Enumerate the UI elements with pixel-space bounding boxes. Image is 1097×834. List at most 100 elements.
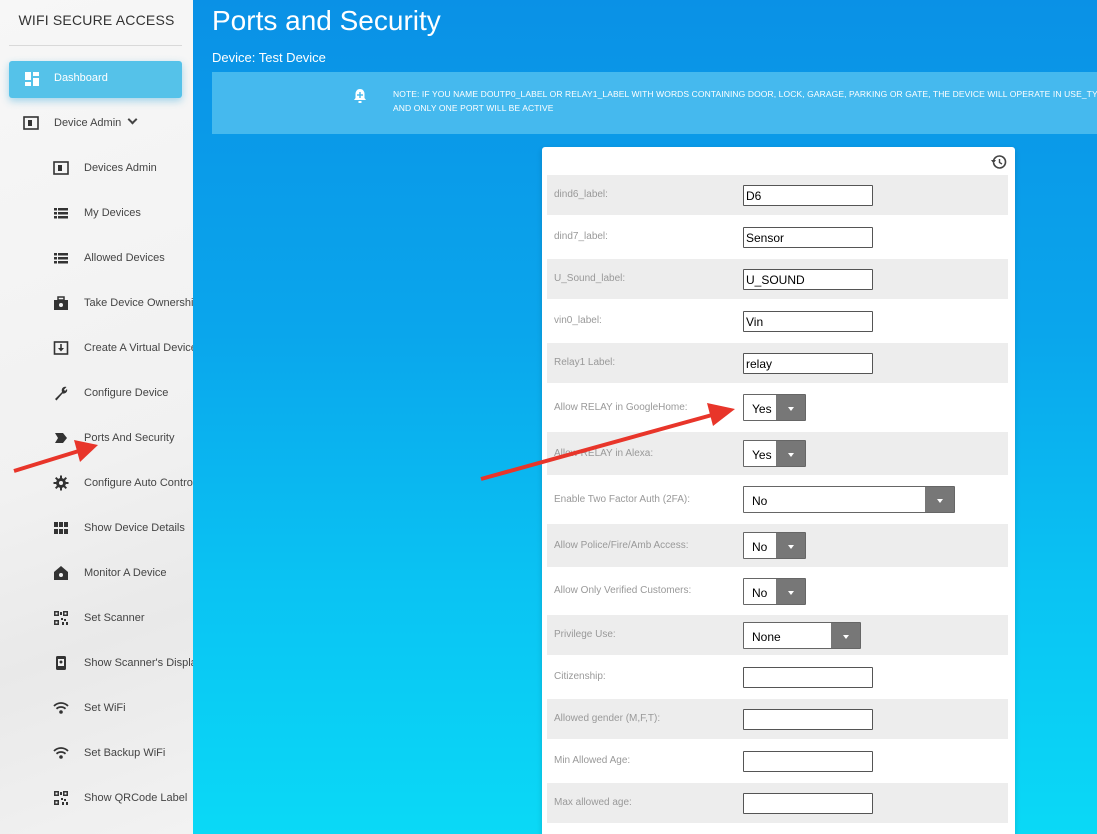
sidebar-item-label: Set WiFi bbox=[84, 702, 126, 714]
field-label: Citizenship: bbox=[554, 671, 606, 682]
page-title: Ports and Security bbox=[212, 5, 441, 36]
sidebar-item-dashboard[interactable]: Dashboard bbox=[9, 61, 182, 98]
sidebar-item-label: Monitor A Device bbox=[84, 567, 167, 579]
dashboard-icon bbox=[25, 72, 39, 86]
max-allowed-age-input[interactable] bbox=[743, 793, 873, 814]
select-value: None bbox=[752, 630, 781, 644]
select-value: Yes bbox=[752, 402, 772, 416]
dind6-label-input[interactable] bbox=[743, 185, 873, 206]
sidebar-item-label: Show Scanner's Display bbox=[84, 657, 193, 669]
sidebar-item-monitor-a-device[interactable]: Monitor A Device bbox=[53, 558, 193, 588]
label-tag-icon bbox=[55, 433, 67, 443]
sidebar-item-show-qrcode-label[interactable]: Show QRCode Label bbox=[53, 783, 193, 813]
enable-two-factor-auth-2fa-select[interactable]: No bbox=[743, 486, 955, 513]
sidebar-item-allowed-devices[interactable]: Allowed Devices bbox=[53, 243, 193, 273]
form-row-dind7-label: dind7_label: bbox=[547, 217, 1008, 257]
sidebar-item-label: Show QRCode Label bbox=[84, 792, 188, 804]
form-row-allow-relay-in-googlehome: Allow RELAY in GoogleHome: Yes bbox=[547, 385, 1008, 430]
wifi-icon bbox=[53, 702, 69, 714]
note-banner: NOTE: IF YOU NAME DOUTP0_LABEL OR RELAY1… bbox=[212, 72, 1097, 134]
form-row-dind6-label: dind6_label: bbox=[547, 175, 1008, 215]
select-value: No bbox=[752, 586, 768, 600]
phone-icon bbox=[56, 656, 66, 670]
field-label: Allow RELAY in GoogleHome: bbox=[554, 402, 688, 413]
sidebar-item-device-admin[interactable]: Device Admin bbox=[23, 108, 183, 138]
sidebar-item-set-backup-wifi[interactable]: Set Backup WiFi bbox=[53, 738, 193, 768]
privilege-use-select[interactable]: None bbox=[743, 622, 861, 649]
select-value: No bbox=[752, 540, 768, 554]
qrcode-icon bbox=[54, 791, 68, 805]
field-label: Max allowed age: bbox=[554, 797, 632, 808]
form-row-allow-relay-in-alexa: Allow RELAY in Alexa: Yes bbox=[547, 432, 1008, 475]
form-row-relay1-label: Relay1 Label: bbox=[547, 343, 1008, 383]
device-admin-icon bbox=[53, 161, 69, 175]
form-row-citizenship: Citizenship: bbox=[547, 657, 1008, 697]
allow-relay-in-googlehome-select[interactable]: Yes bbox=[743, 394, 806, 421]
form-row-vin0-label: vin0_label: bbox=[547, 301, 1008, 341]
sidebar-item-label: Device Admin bbox=[54, 117, 122, 129]
form-row-enable-two-factor-auth-2fa: Enable Two Factor Auth (2FA): No bbox=[547, 477, 1008, 522]
form-row-min-allowed-age: Min Allowed Age: bbox=[547, 741, 1008, 781]
gear-icon bbox=[53, 475, 69, 491]
sidebar-item-create-a-virtual-device[interactable]: Create A Virtual Device bbox=[53, 333, 193, 363]
note-line-1: NOTE: IF YOU NAME DOUTP0_LABEL OR RELAY1… bbox=[393, 89, 1097, 99]
field-label: dind7_label: bbox=[554, 231, 608, 242]
list-icon bbox=[54, 253, 68, 264]
sidebar: WIFI SECURE ACCESS Dashboard Device Admi… bbox=[0, 0, 193, 834]
allow-only-verified-customers-select[interactable]: No bbox=[743, 578, 806, 605]
list-icon bbox=[54, 208, 68, 219]
note-text: NOTE: IF YOU NAME DOUTP0_LABEL OR RELAY1… bbox=[393, 87, 1097, 115]
sidebar-item-show-device-details[interactable]: Show Device Details bbox=[53, 513, 193, 543]
sidebar-item-label: Devices Admin bbox=[84, 162, 157, 174]
field-label: Privilege Use: bbox=[554, 629, 616, 640]
citizenship-input[interactable] bbox=[743, 667, 873, 688]
form-row-allow-only-verified-customers: Allow Only Verified Customers: No bbox=[547, 569, 1008, 613]
field-label: Allow Only Verified Customers: bbox=[554, 585, 692, 596]
min-allowed-age-input[interactable] bbox=[743, 751, 873, 772]
sidebar-item-devices-admin[interactable]: Devices Admin bbox=[53, 153, 193, 183]
dind7-label-input[interactable] bbox=[743, 227, 873, 248]
sidebar-item-configure-device[interactable]: Configure Device bbox=[53, 378, 193, 408]
chevron-down-icon bbox=[776, 579, 805, 604]
allow-relay-in-alexa-select[interactable]: Yes bbox=[743, 440, 806, 467]
relay1-label-input[interactable] bbox=[743, 353, 873, 374]
select-value: Yes bbox=[752, 448, 772, 462]
grid-icon bbox=[54, 522, 68, 534]
brand-divider bbox=[9, 45, 182, 46]
sidebar-item-label: Ports And Security bbox=[84, 432, 175, 444]
u-sound-label-input[interactable] bbox=[743, 269, 873, 290]
sidebar-item-take-device-ownership[interactable]: Take Device Ownership bbox=[53, 288, 193, 318]
sidebar-item-set-wifi[interactable]: Set WiFi bbox=[53, 693, 193, 723]
field-label: dind6_label: bbox=[554, 189, 608, 200]
sidebar-item-label: Configure Device bbox=[84, 387, 169, 399]
form-row-u-sound-label: U_Sound_label: bbox=[547, 259, 1008, 299]
field-label: vin0_label: bbox=[554, 315, 602, 326]
allow-police-fire-amb-access-select[interactable]: No bbox=[743, 532, 806, 559]
chevron-down-icon bbox=[831, 623, 860, 648]
sidebar-item-label: Create A Virtual Device bbox=[84, 342, 193, 354]
allowed-gender-m-f-t-input[interactable] bbox=[743, 709, 873, 730]
sidebar-item-label: Take Device Ownership bbox=[84, 297, 193, 309]
history-icon[interactable] bbox=[991, 154, 1007, 170]
chevron-down-icon bbox=[127, 114, 138, 125]
form-row-privilege-use: Privilege Use: None bbox=[547, 615, 1008, 655]
sidebar-item-ports-and-security[interactable]: Ports And Security bbox=[53, 423, 193, 453]
form-row-allowed-gender-m-f-t: Allowed gender (M,F,T): bbox=[547, 699, 1008, 739]
field-label: Allow RELAY in Alexa: bbox=[554, 448, 654, 459]
sidebar-item-show-scanner-s-display[interactable]: Show Scanner's Display bbox=[53, 648, 193, 678]
field-label: Min Allowed Age: bbox=[554, 755, 631, 766]
vin0-label-input[interactable] bbox=[743, 311, 873, 332]
sidebar-item-my-devices[interactable]: My Devices bbox=[53, 198, 193, 228]
sidebar-item-set-scanner[interactable]: Set Scanner bbox=[53, 603, 193, 633]
field-label: Enable Two Factor Auth (2FA): bbox=[554, 494, 690, 505]
sidebar-item-label: My Devices bbox=[84, 207, 141, 219]
note-line-2: AND ONLY ONE PORT WILL BE ACTIVE bbox=[393, 103, 554, 113]
settings-card: dind6_label: dind7_label: U_Sound_label:vi… bbox=[542, 147, 1015, 834]
sidebar-item-label: Configure Auto Controls bbox=[84, 477, 193, 489]
sidebar-item-configure-auto-controls[interactable]: Configure Auto Controls bbox=[53, 468, 193, 498]
device-admin-icon bbox=[23, 116, 39, 130]
form-row-allow-police-fire-amb-access: Allow Police/Fire/Amb Access: No bbox=[547, 524, 1008, 567]
wrench-icon bbox=[55, 386, 68, 401]
chevron-down-icon bbox=[925, 487, 954, 512]
sidebar-item-label: Set Scanner bbox=[84, 612, 145, 624]
